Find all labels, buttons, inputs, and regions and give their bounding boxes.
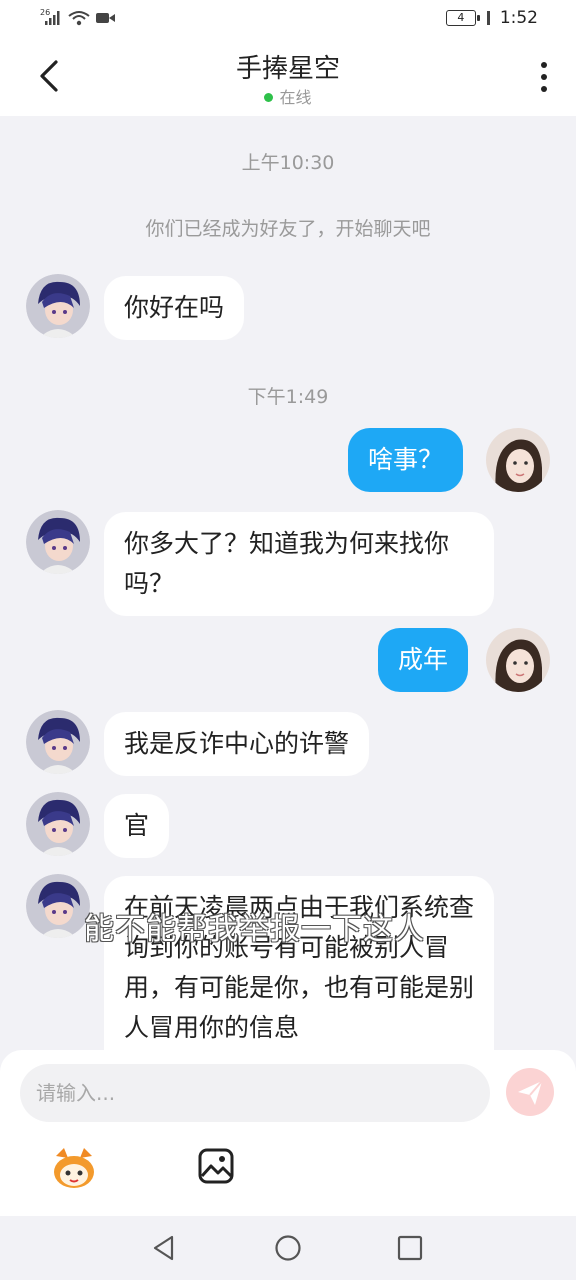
send-button[interactable] [506,1068,554,1116]
message-bubble-incoming[interactable]: 你多大了？知道我为何来找你吗？ [104,512,494,616]
image-icon[interactable] [198,1148,234,1184]
nav-back-icon[interactable] [150,1234,178,1262]
status-right: 4 1:52 [445,8,538,28]
system-message: 你们已经成为好友了，开始聊天吧 [145,218,431,240]
message-bubble-incoming[interactable]: 在前天凌晨两点由于我们系统查询到你的账号有可能被别人冒用，有可能是你，也有可能是… [104,876,494,1050]
message-input[interactable] [20,1064,490,1122]
message-bubble-outgoing[interactable]: 啥事？ [348,428,464,492]
message-bubble-incoming[interactable]: 官 [104,794,170,858]
system-nav-bar [0,1216,576,1280]
status-left: 26 [40,8,116,26]
timestamp: 下午1:49 [247,386,329,408]
chat-header: 手捧星空 在线 [0,40,576,116]
status-bar: 26 4 1:52 [0,0,576,40]
network-label: 26 [40,8,51,17]
contact-avatar[interactable] [26,792,90,856]
mascot-emoji-icon[interactable] [50,1146,98,1190]
nav-recent-icon[interactable] [396,1234,424,1262]
battery-icon: 4 [445,10,480,26]
message-composer [0,1050,576,1216]
timestamp: 上午10:30 [241,152,335,174]
contact-avatar[interactable] [26,710,90,774]
message-bubble-outgoing[interactable]: 成年 [378,628,469,692]
message-bubble-incoming[interactable]: 我是反诈中心的许警 [104,712,370,776]
overlay-caption: 能不能帮我举报一下这人 [84,912,425,947]
online-status: 在线 [0,84,576,108]
contact-avatar[interactable] [26,874,90,938]
status-time: 1:52 [499,8,538,28]
contact-avatar[interactable] [26,510,90,574]
my-avatar[interactable] [486,628,550,692]
video-icon [96,13,115,23]
online-dot-icon [264,93,274,102]
charging-icon [486,11,490,25]
contact-avatar[interactable] [26,274,90,338]
more-icon[interactable] [540,62,548,92]
message-bubble-incoming[interactable]: 你好在吗 [104,276,245,340]
online-status-label: 在线 [279,88,312,107]
wifi-icon [68,11,90,26]
my-avatar[interactable] [486,428,550,492]
contact-name: 手捧星空 [235,54,340,84]
send-icon [518,1080,543,1105]
nav-home-icon[interactable] [274,1234,302,1262]
